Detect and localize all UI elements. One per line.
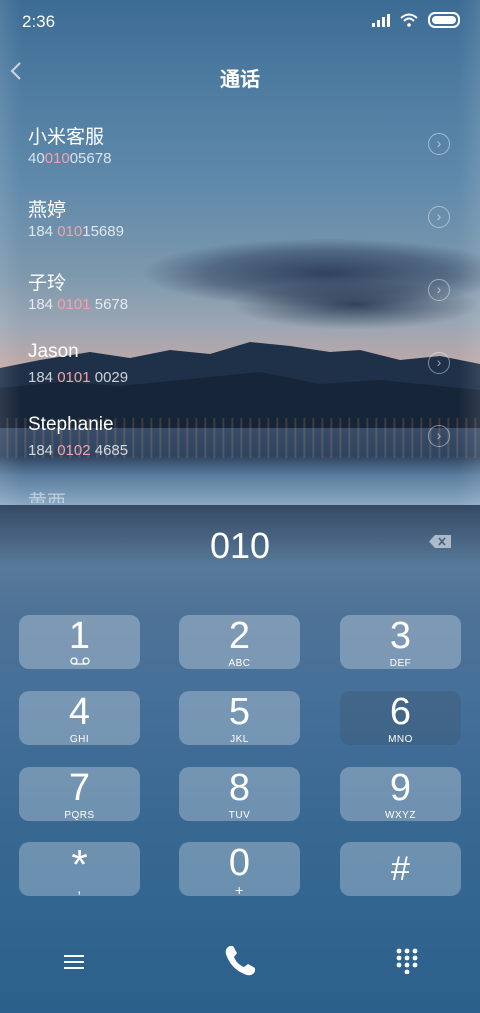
voicemail-icon bbox=[69, 657, 90, 665]
contact-number: 184 0101 0029 bbox=[28, 369, 129, 386]
key-0[interactable]: 0 + bbox=[179, 842, 300, 898]
contact-number: 4001005678 bbox=[28, 150, 112, 167]
list-item[interactable]: 子玲 184 0101 5678 › bbox=[0, 264, 480, 337]
wifi-icon bbox=[400, 13, 418, 27]
contact-number: 184 0101 5678 bbox=[28, 296, 129, 313]
contact-name: 黄西 bbox=[28, 492, 67, 503]
key-6[interactable]: 6 MNO bbox=[340, 691, 461, 745]
key-5[interactable]: 5 JKL bbox=[179, 691, 300, 745]
contact-number: 184 0102 4685 bbox=[28, 442, 129, 459]
contact-detail-button[interactable]: › bbox=[428, 279, 450, 301]
key-1[interactable]: 1 bbox=[19, 615, 140, 669]
status-time: 2:36 bbox=[22, 12, 56, 31]
status-icons bbox=[372, 12, 460, 28]
phone-call-icon[interactable] bbox=[222, 943, 258, 979]
dialpad-icon[interactable] bbox=[396, 948, 418, 974]
contact-detail-button[interactable]: › bbox=[428, 352, 450, 374]
dialed-number: 010 bbox=[209, 525, 271, 566]
list-item[interactable]: Stephanie 184 0102 4685 › bbox=[0, 410, 480, 483]
battery-icon bbox=[428, 12, 460, 28]
contact-name: 小米客服 bbox=[28, 127, 105, 148]
contact-name: Stephanie bbox=[28, 414, 114, 435]
contact-name: 子玲 bbox=[28, 273, 67, 294]
key-7[interactable]: 7 PQRS bbox=[19, 767, 140, 821]
contact-detail-button[interactable]: › bbox=[428, 133, 450, 155]
contact-list: 小米客服 4001005678 › 燕婷 184 01015689 › 子玲 1… bbox=[0, 118, 480, 503]
signal-icon bbox=[372, 13, 390, 27]
key-8[interactable]: 8 TUV bbox=[179, 767, 300, 821]
key-2[interactable]: 2 ABC bbox=[179, 615, 300, 669]
list-item[interactable]: Jason 184 0101 0029 › bbox=[0, 337, 480, 410]
contact-name: 燕婷 bbox=[28, 200, 67, 221]
bottom-bar bbox=[0, 935, 480, 995]
contact-detail-button[interactable]: › bbox=[428, 425, 450, 447]
list-item[interactable]: 黄西 bbox=[0, 483, 480, 503]
list-item[interactable]: 燕婷 184 01015689 › bbox=[0, 191, 480, 264]
key-star[interactable]: * , bbox=[19, 842, 140, 896]
key-hash[interactable]: # bbox=[340, 842, 461, 896]
list-item[interactable]: 小米客服 4001005678 › bbox=[0, 118, 480, 191]
key-3[interactable]: 3 DEF bbox=[340, 615, 461, 669]
contact-detail-button[interactable]: › bbox=[428, 206, 450, 228]
backspace-icon[interactable] bbox=[429, 535, 451, 548]
status-bar: 2:36 bbox=[0, 0, 480, 42]
contact-number: 184 01015689 bbox=[28, 223, 124, 240]
menu-icon[interactable] bbox=[64, 951, 84, 973]
contact-name: Jason bbox=[28, 341, 79, 362]
key-9[interactable]: 9 WXYZ bbox=[340, 767, 461, 821]
page-title: 通话 bbox=[220, 69, 260, 91]
key-4[interactable]: 4 GHI bbox=[19, 691, 140, 745]
